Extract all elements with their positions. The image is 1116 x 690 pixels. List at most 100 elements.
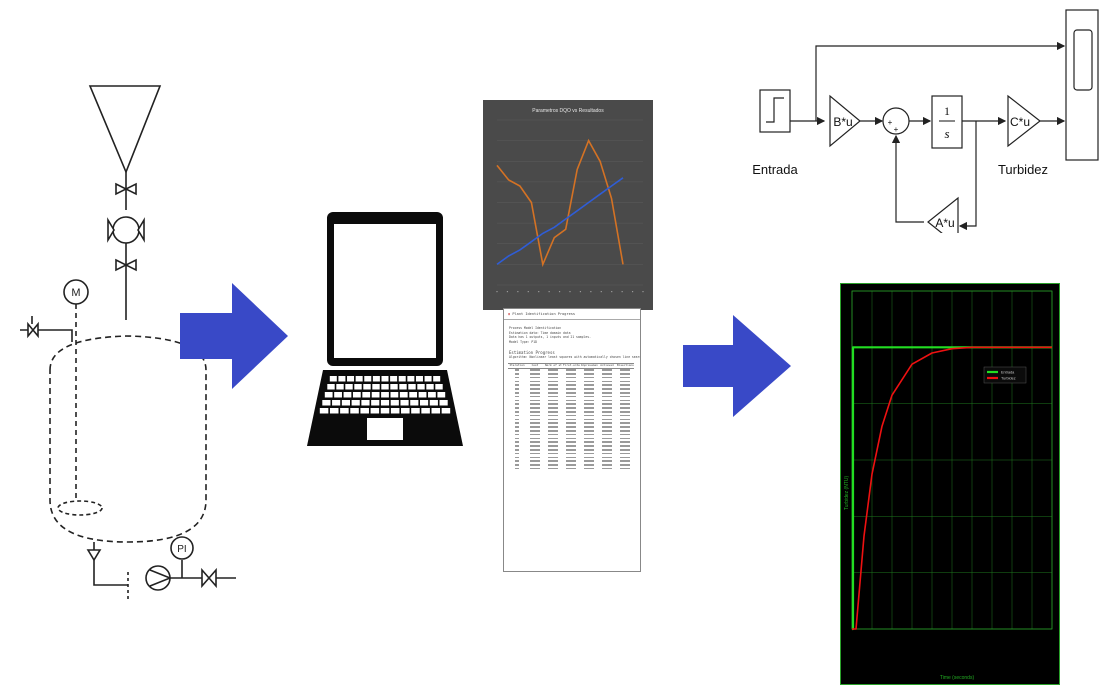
illegible-text (584, 437, 594, 440)
illegible-text (548, 388, 558, 390)
keyboard-key (400, 400, 409, 406)
illegible-text (584, 448, 594, 451)
illegible-text (530, 445, 540, 447)
algorithm-line: Algorithm: Nonlinear least squares with … (509, 355, 640, 360)
illegible-text (620, 452, 630, 455)
step-block (759, 89, 791, 133)
illegible-text (584, 464, 594, 466)
illegible-text (602, 395, 612, 398)
y-axis-label: Turbidez (NTU) (844, 476, 850, 511)
legend-turbidez: Turbidez (1001, 377, 1016, 381)
illegible-text (566, 452, 576, 455)
illegible-text (515, 429, 519, 432)
keyboard-key (372, 376, 380, 382)
illegible-text (584, 467, 594, 470)
illegible-text (566, 369, 576, 371)
illegible-text (620, 460, 630, 462)
keyboard-key (351, 400, 360, 406)
illegible-text (566, 460, 576, 462)
identification-report-window: ▮ Plant Identification Progress Process … (503, 308, 641, 572)
keyboard-key (371, 400, 380, 406)
illegible-text (584, 418, 594, 421)
motor-label: M (71, 287, 80, 299)
illegible-text (515, 414, 519, 417)
illegible-text (530, 376, 540, 379)
integrator-denominator: s (944, 126, 949, 141)
keyboard-key (380, 400, 390, 406)
touchpad (367, 418, 403, 440)
chart-title: Parametros DQO vs Resultados (532, 108, 604, 114)
valve-icon (201, 567, 217, 589)
illegible-text (530, 456, 540, 459)
keyboard-key (399, 384, 407, 390)
x-axis-label: Time (seconds) (940, 675, 975, 681)
illegible-text (566, 433, 576, 436)
laptop-icon (307, 212, 463, 446)
illegible-text (530, 372, 540, 375)
illegible-text (620, 445, 630, 447)
illegible-text (620, 391, 630, 394)
illegible-text (515, 384, 519, 386)
illegible-text (602, 456, 612, 459)
illegible-text (584, 384, 594, 386)
illegible-text (515, 403, 519, 405)
illegible-text (602, 460, 612, 462)
table-header-cell: Bisections (617, 363, 634, 367)
keyboard-key (421, 408, 430, 414)
illegible-text (584, 369, 594, 371)
illegible-text (515, 456, 519, 459)
illegible-text (548, 380, 558, 383)
illegible-text (530, 452, 540, 455)
illegible-text (602, 380, 612, 383)
illegible-text (548, 376, 558, 379)
keyboard-key (352, 392, 361, 398)
illegible-text (515, 376, 519, 379)
illegible-text (530, 410, 540, 413)
illegible-text (515, 433, 519, 436)
illegible-text (566, 399, 576, 402)
valve-icon (86, 549, 102, 562)
x-tick (600, 291, 602, 293)
illegible-text (602, 376, 612, 379)
keyboard-key (360, 408, 369, 414)
illegible-text (515, 388, 519, 390)
illegible-text (548, 464, 558, 466)
illegible-text (566, 384, 576, 386)
illegible-text (530, 395, 540, 398)
x-tick (527, 291, 529, 293)
illegible-text (530, 380, 540, 383)
illegible-text (566, 456, 576, 459)
keyboard-key (319, 408, 329, 414)
illegible-text (620, 399, 630, 402)
illegible-text (620, 467, 630, 470)
step-response-plot: Entrada Turbidez Time (seconds) Turbidez… (840, 283, 1060, 685)
illegible-text (548, 399, 558, 402)
table-cell (562, 467, 580, 471)
illegible-text (548, 414, 558, 417)
illegible-text (620, 410, 630, 413)
keyboard-key (437, 392, 446, 398)
illegible-text (548, 384, 558, 386)
illegible-text (548, 426, 558, 428)
keyboard-key (341, 400, 351, 406)
x-tick (621, 291, 623, 293)
keyboard-key (398, 376, 406, 382)
illegible-text (530, 467, 540, 470)
illegible-text (602, 372, 612, 375)
illegible-text (620, 426, 630, 428)
illegible-text (566, 410, 576, 413)
illegible-text (515, 422, 519, 424)
keyboard-key (361, 400, 370, 406)
illegible-text (620, 384, 630, 386)
keyboard-key (371, 392, 380, 398)
legend-entrada: Entrada (1001, 371, 1015, 375)
keyboard-key (439, 400, 448, 406)
table-header-cell: Improvement (%) Expected (581, 363, 598, 367)
report-line: Model Type: P1D (509, 339, 537, 344)
rotary-feeder-icon (112, 216, 140, 244)
illegible-text (548, 403, 558, 405)
x-tick (631, 291, 634, 293)
keyboard-key (340, 408, 349, 414)
illegible-text (530, 429, 540, 432)
keyboard-key (390, 376, 398, 382)
